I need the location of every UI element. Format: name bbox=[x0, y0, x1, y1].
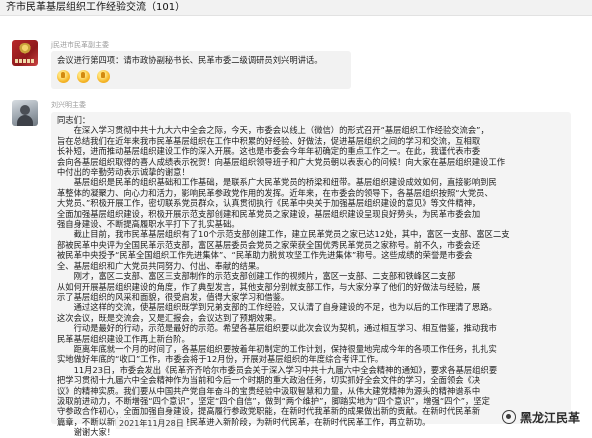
chat-header: 齐市民革基层组织工作经验交流（101） bbox=[0, 0, 592, 16]
message-line: 中付出的辛勤劳动表示诚挚的谢意！ bbox=[57, 167, 190, 178]
avatar[interactable] bbox=[12, 100, 38, 126]
message-line: 会向各基层组织取得的喜人成绩表示祝贺！向基层组织领导班子和广大党员朝以表衷心的问… bbox=[57, 156, 506, 167]
message-line: 截止目前，我市民革基层组织有了10个示范支部创建工作，建立民革党员之家已达12处… bbox=[57, 229, 510, 240]
message-bubble[interactable]: 会议进行第四项：请市政协副秘书长、民革市委二级调研员刘兴明讲话。 bbox=[51, 51, 351, 89]
message-line: 全面加强基层组织建设，积极开展示范支部创建和民革党员之家建设，基层组织建设呈现良… bbox=[57, 208, 481, 219]
message-line: 民革基层组织建设工作再上新台阶。 bbox=[57, 333, 190, 344]
message-line: 旨在总结我们在近年来我市民革基层组织在工作中积累的好经验、好做法，促进基层组织之… bbox=[57, 135, 481, 146]
message-line: 同志们： bbox=[57, 115, 91, 125]
message-line: 部被民革中央评为全国民革示范支部，富区基层委员会党员之家荣获全国优秀民革党员之家… bbox=[57, 239, 481, 250]
message-line: 汲取前进动力，不断增强“四个意识”，坚定“四个自信”，做到“两个维护”，脚踏实地… bbox=[57, 395, 490, 406]
message-line: 议》的精神实质。我们要从中国共产党自年奋斗的宝贵经验中汲取智慧和力量，从伟大建党… bbox=[57, 385, 481, 396]
message-line: 刚才，富区二支部、富区三支部制作的示范支部创建工作的视频片，富区一支部、二支部和… bbox=[57, 271, 456, 282]
thumbs-up-icon bbox=[57, 70, 70, 83]
sender-name: j民进市民革副主委 bbox=[51, 41, 109, 49]
party-emblem-icon bbox=[18, 43, 32, 55]
message-date: 2021年11月28日 bbox=[116, 418, 187, 429]
wechat-channel-icon bbox=[501, 410, 516, 424]
person-icon bbox=[20, 105, 30, 115]
message-line: 行动是最好的行动，示范是最好的示范。希望各基层组织要以此次会议为契机，通过相互学… bbox=[57, 323, 497, 334]
message-line: 示了基层组织的风采和面貌，很受启发，值得大家学习和借鉴。 bbox=[57, 291, 290, 302]
message-line: 通过这样的交流，使基层组织既学到兄弟支部的工作经验，又认清了自身建设的不足，也为… bbox=[57, 302, 497, 313]
message-text: 同志们： 在深入学习贯彻中共十九大六中全会之际，今天，市委会以线上（微信）的形式… bbox=[57, 115, 565, 438]
message-line: 距离年底就一个月的时间了，各基层组织要按着年初制定的工作计划，保持很量地完成今年… bbox=[57, 343, 497, 354]
avatar[interactable] bbox=[12, 40, 38, 66]
message-bubble[interactable]: 同志们： 在深入学习贯彻中共十九大六中全会之际，今天，市委会以线上（微信）的形式… bbox=[51, 112, 571, 437]
message-line: 守参政合作初心，全面加强自身建设，提高履行参政党职能，在新时代我革新的成果做出新… bbox=[57, 406, 481, 417]
message-line: 基层组织是民革的组织基础和工作基础，是联系广大民革党员的桥梁和纽带。基层组织建设… bbox=[57, 177, 497, 188]
message-line: 在深入学习贯彻中共十九大六中全会之际，今天，市委会以线上（微信）的形式召开“基层… bbox=[57, 125, 489, 136]
message-line: 被民革中央授予“民革全国组织工作先进集体”、“民革助力脱贫攻坚工作先进集体”称号… bbox=[57, 250, 473, 261]
message-line: 实地做好年底的“收口”工作，市委会将于12月份，开展对基层组织的年度综合考评工作… bbox=[57, 354, 384, 365]
message-line: 长补短，进而推动基层组织建设工作的深入开展。这也是市委会今年年初确定的重点工作之… bbox=[57, 146, 481, 157]
message-line: 大党员、”积极开展工作，密切联系党员群众，认真贯彻执行《民革中央关于加强基层组织… bbox=[57, 198, 481, 209]
message-line: 把学习贯彻十九届六中全会精神作为当前和今后一个时期的重大政治任务，切实抓好全会文… bbox=[57, 375, 481, 386]
thumbs-up-icon bbox=[77, 70, 91, 83]
message-line: 全、基层组织和广大党员共同努力、付出、奉献的结果。 bbox=[57, 260, 265, 271]
emoji-row bbox=[57, 68, 112, 84]
message-text: 会议进行第四项：请市政协副秘书长、民革市委二级调研员刘兴明讲话。 bbox=[57, 55, 323, 65]
message-line: 11月23日，市委会发出《民革齐齐哈尔市委员会关于深入学习中共十九届六中全会精神… bbox=[57, 364, 498, 375]
watermark-label: 黑龙江民革 bbox=[519, 410, 580, 425]
chat-title: 齐市民革基层组织工作经验交流（101） bbox=[6, 2, 186, 13]
message-line: 革整体的凝聚力、向心力和活力，影响民革参政党作用的发挥。近年来，在市委会的领导下… bbox=[57, 187, 493, 198]
sender-name: 刘兴明主委 bbox=[51, 101, 86, 109]
message-line: 强自身建设、不断提高履职水平打下了扎实基础。 bbox=[57, 219, 240, 230]
message-line: 从如何开展基层组织建设的角度，作了典型发言，其他支部分别就支部工作，与大家分享了… bbox=[57, 281, 481, 292]
message-line: 这次会议，既是交流会，又是汇报会，会议达到了预期效果。 bbox=[57, 312, 282, 323]
thumbs-up-icon bbox=[97, 70, 111, 83]
watermark: 黑龙江民革 bbox=[501, 409, 580, 425]
